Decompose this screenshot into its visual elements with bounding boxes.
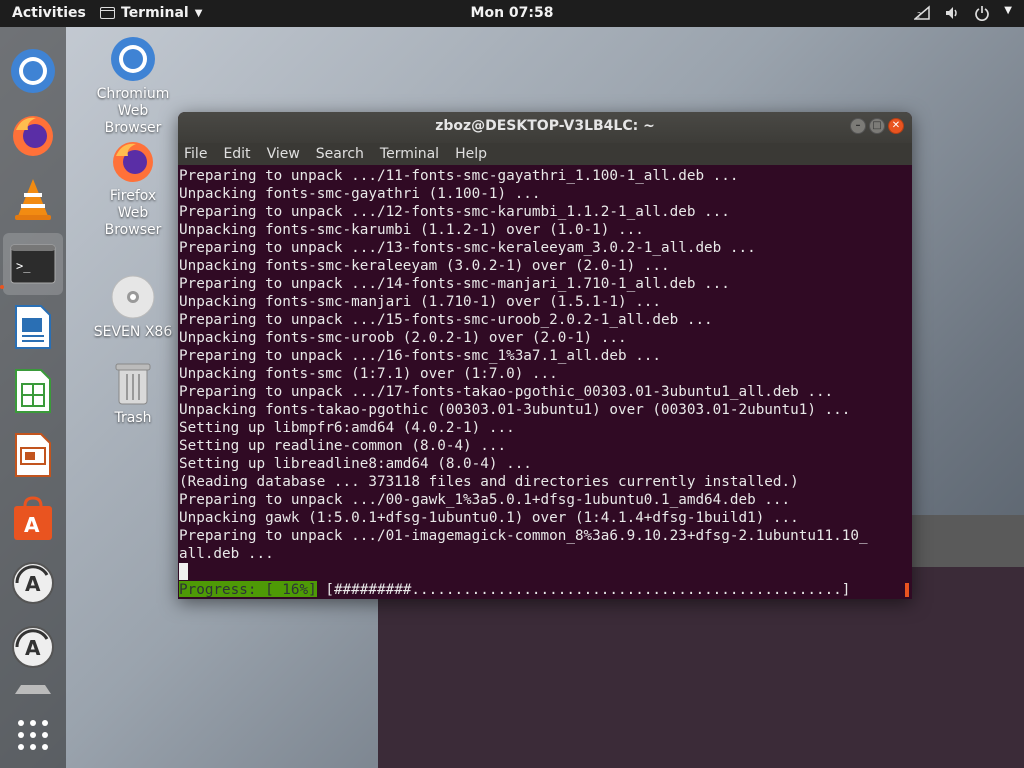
dock-vlc[interactable] [9, 175, 57, 223]
terminal-line: Preparing to unpack .../15-fonts-smc-uro… [179, 312, 713, 328]
terminal-line: Unpacking fonts-smc (1:7.1) over (1:7.0)… [179, 366, 558, 382]
desktop-icon-disc[interactable]: SEVEN X86 [88, 274, 178, 341]
svg-text:>_: >_ [16, 259, 31, 273]
terminal-line: Setting up libreadline8:amd64 (8.0-4) ..… [179, 456, 532, 472]
terminal-icon: >_ [10, 244, 56, 284]
volume-icon [944, 5, 960, 25]
terminal-line: Preparing to unpack .../17-fonts-takao-p… [179, 384, 834, 400]
software-center-icon: A [14, 496, 52, 540]
optical-disc-icon [111, 275, 155, 319]
menu-file[interactable]: File [184, 143, 207, 165]
dock-terminal[interactable]: >_ [3, 233, 63, 295]
desktop-icon-firefox[interactable]: Firefox Web Browser [88, 138, 178, 239]
dock-updater[interactable]: A [9, 559, 57, 607]
trash-icon [115, 363, 151, 405]
system-tray[interactable]: ? ▼ [913, 5, 1012, 25]
terminal-icon [100, 7, 115, 19]
terminal-line: all.deb ... [179, 546, 274, 562]
terminal-cursor-line [179, 563, 912, 581]
menu-help[interactable]: Help [455, 143, 487, 165]
terminal-line: Unpacking fonts-smc-karumbi (1.1.2-1) ov… [179, 222, 644, 238]
dock-calc[interactable] [9, 367, 57, 415]
chromium-icon [111, 37, 155, 81]
drive-icon [15, 685, 51, 694]
menu-search[interactable]: Search [316, 143, 364, 165]
dock: >_ A A A [0, 27, 66, 768]
terminal-line: Setting up libmpfr6:amd64 (4.0.2-1) ... [179, 420, 515, 436]
dock-impress[interactable] [9, 431, 57, 479]
terminal-line: Unpacking fonts-smc-manjari (1.710-1) ov… [179, 294, 662, 310]
menu-edit[interactable]: Edit [223, 143, 250, 165]
terminal-line: Preparing to unpack .../13-fonts-smc-ker… [179, 240, 756, 256]
chevron-down-icon: ▼ [1004, 5, 1012, 16]
impress-icon [15, 433, 51, 477]
terminal-menubar: File Edit View Search Terminal Help [178, 143, 912, 165]
terminal-line: (Reading database ... 373118 files and d… [179, 474, 799, 490]
svg-text:A: A [25, 572, 41, 596]
firefox-icon [13, 116, 53, 156]
dock-drive[interactable] [9, 679, 57, 699]
vlc-icon [15, 179, 51, 220]
terminal-line: Preparing to unpack .../14-fonts-smc-man… [179, 276, 730, 292]
dock-writer[interactable] [9, 303, 57, 351]
chromium-icon [11, 49, 55, 93]
terminal-line: Setting up readline-common (8.0-4) ... [179, 438, 507, 454]
running-indicator [0, 285, 4, 289]
terminal-line: Preparing to unpack .../00-gawk_1%3a5.0.… [179, 492, 791, 508]
progress-bar: [#########..............................… [325, 582, 851, 597]
svg-text:A: A [25, 636, 41, 660]
terminal-line: Preparing to unpack .../11-fonts-smc-gay… [179, 168, 739, 184]
app-menu[interactable]: Terminal ▼ [100, 5, 202, 21]
software-updater-icon: A [12, 562, 54, 604]
progress-label: Progress: [ 16%] [179, 581, 317, 597]
software-updater-icon: A [12, 626, 54, 668]
desktop-icon-trash[interactable]: Trash [88, 360, 178, 427]
dock-firefox[interactable] [9, 111, 57, 159]
window-title: zboz@DESKTOP-V3LB4LC: ~ [435, 118, 655, 134]
dock-chromium[interactable] [9, 47, 57, 95]
terminal-line: Unpacking fonts-smc-keraleeyam (3.0.2-1)… [179, 258, 670, 274]
terminal-line: Preparing to unpack .../12-fonts-smc-kar… [179, 204, 730, 220]
desktop-icon-label: Chromium Web Browser [96, 86, 170, 136]
progress-row: Progress: [ 16%] [#########.............… [179, 581, 910, 597]
calc-icon [15, 369, 51, 413]
desktop-icon-chromium[interactable]: Chromium Web Browser [88, 36, 178, 137]
maximize-button[interactable]: □ [869, 118, 885, 134]
network-icon: ? [913, 5, 931, 25]
terminal-window[interactable]: zboz@DESKTOP-V3LB4LC: ~ – □ ✕ File Edit … [178, 112, 912, 599]
desktop-icon-label: Firefox Web Browser [104, 188, 162, 238]
app-grid-icon [18, 720, 48, 750]
writer-icon [15, 305, 51, 349]
desktop-icon-label: Trash [114, 410, 152, 426]
minimize-button[interactable]: – [850, 118, 866, 134]
svg-text:A: A [24, 513, 40, 537]
terminal-line: Unpacking fonts-takao-pgothic (00303.01-… [179, 402, 851, 418]
terminal-lines: Preparing to unpack .../11-fonts-smc-gay… [179, 167, 912, 563]
firefox-icon [113, 142, 153, 182]
show-applications-button[interactable] [9, 711, 57, 759]
svg-text:?: ? [917, 11, 921, 20]
desktop-icon-label: SEVEN X86 [93, 324, 173, 340]
terminal-line: Unpacking fonts-smc-gayathri (1.100-1) .… [179, 186, 541, 202]
dock-software[interactable]: A [9, 495, 57, 543]
terminal-line: Unpacking gawk (1:5.0.1+dfsg-1ubuntu0.1)… [179, 510, 799, 526]
scroll-marker [905, 583, 909, 597]
menu-view[interactable]: View [267, 143, 300, 165]
activities-button[interactable]: Activities [12, 5, 86, 21]
terminal-line: Preparing to unpack .../01-imagemagick-c… [179, 528, 868, 544]
terminal-line: Preparing to unpack .../16-fonts-smc_1%3… [179, 348, 662, 364]
close-button[interactable]: ✕ [888, 118, 904, 134]
app-menu-label: Terminal [121, 5, 189, 21]
power-icon [974, 5, 990, 25]
terminal-output[interactable]: Preparing to unpack .../11-fonts-smc-gay… [178, 165, 912, 597]
terminal-titlebar[interactable]: zboz@DESKTOP-V3LB4LC: ~ – □ ✕ [178, 112, 912, 143]
terminal-cursor [179, 563, 188, 580]
terminal-line: Unpacking fonts-smc-uroob (2.0.2-1) over… [179, 330, 627, 346]
top-bar: Activities Terminal ▼ Mon 07:58 ? ▼ [0, 0, 1024, 27]
dock-updater-2[interactable]: A [9, 623, 57, 671]
menu-terminal[interactable]: Terminal [380, 143, 439, 165]
chevron-down-icon: ▼ [194, 7, 203, 19]
